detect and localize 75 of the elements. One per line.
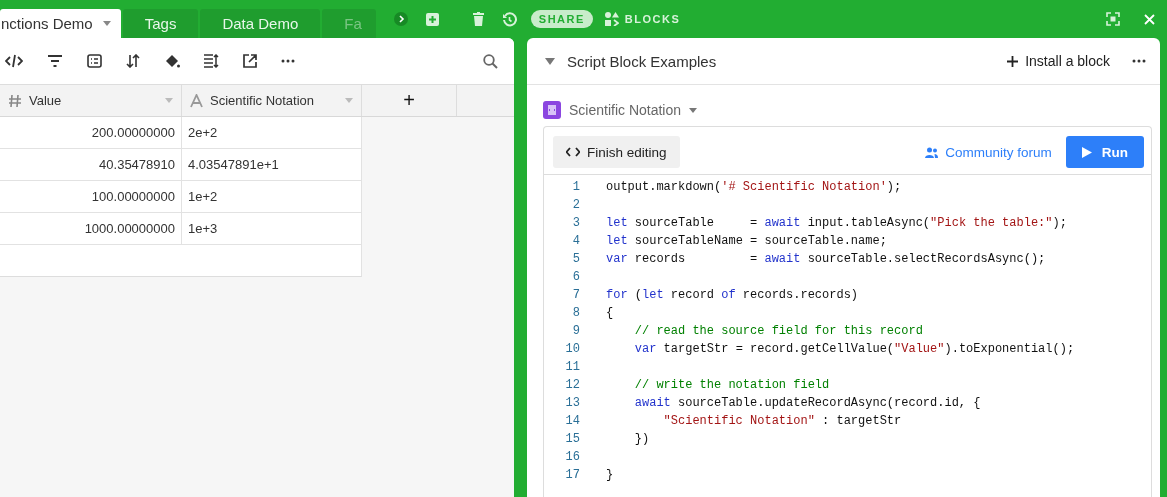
code-line: // read the source field for this record [633, 324, 923, 338]
table-cell: 4.03547891e+1 [182, 149, 362, 181]
code-line: { [606, 306, 614, 320]
line-number: 13 [564, 396, 580, 410]
chevron-right-icon[interactable] [393, 12, 408, 26]
code-line: var targetStr = record.getCellValue("Value").toExponential(); [633, 342, 1075, 356]
table-cell: 200.00000000 [0, 117, 182, 149]
more-icon[interactable] [281, 59, 295, 63]
code-icon[interactable] [5, 54, 23, 68]
collapse-icon[interactable] [545, 57, 555, 65]
code-line: output.markdown('# Scientific Notation'); [606, 180, 902, 194]
script-icon [543, 101, 561, 119]
caret-icon [102, 21, 111, 26]
install-block-button[interactable]: Install a block [1007, 53, 1110, 69]
line-number: 2 [571, 198, 580, 212]
run-button[interactable]: Run [1065, 136, 1144, 168]
code-line: "Scientific Notation" : targetStr [662, 414, 902, 428]
line-number: 16 [564, 450, 580, 464]
play-icon [1081, 146, 1092, 158]
line-number: 8 [571, 306, 580, 320]
code-icon [566, 147, 580, 157]
line-number: 14 [564, 414, 580, 428]
line-number: 10 [564, 342, 580, 356]
table-tab[interactable]: Tags [122, 9, 199, 38]
block-selector[interactable]: Scientific Notation [543, 101, 1152, 119]
share-out-icon[interactable] [243, 54, 257, 68]
code-line: let sourceTableName = sourceTable.name; [606, 234, 887, 248]
table-cell: 1e+2 [182, 181, 362, 213]
line-number: 11 [564, 360, 580, 374]
code-line: for (let record of records.records) [606, 288, 859, 302]
table-tab[interactable]: nctions Demo [0, 9, 121, 38]
table-cell: 100.00000000 [0, 181, 182, 213]
search-icon[interactable] [483, 53, 498, 69]
caret-icon [345, 98, 353, 103]
table-cell: 1000.00000000 [0, 213, 182, 245]
table-tab[interactable]: Data Demo [200, 9, 321, 38]
filter-icon[interactable] [47, 55, 63, 67]
finish-editing-button[interactable]: Finish editing [553, 136, 680, 168]
blocks-icon [604, 12, 619, 26]
line-number: 15 [564, 432, 580, 446]
panel-title: Script Block Examples [567, 52, 717, 70]
line-number: 6 [571, 270, 580, 284]
caret-icon [689, 107, 698, 113]
caret-icon [165, 98, 173, 103]
sort-icon[interactable] [126, 54, 140, 68]
column-header[interactable]: Value [0, 85, 182, 116]
text-field-icon [190, 93, 203, 108]
line-number: 1 [571, 180, 580, 194]
code-line: }) [633, 432, 650, 446]
community-forum-link[interactable]: Community forum [925, 144, 1052, 160]
code-line: // write the notation field [633, 378, 830, 392]
people-icon [925, 146, 939, 158]
table-cell: 1e+3 [182, 213, 362, 245]
column-header[interactable]: Scientific Notation [182, 85, 362, 116]
list-icon[interactable] [87, 54, 102, 68]
line-number: 5 [571, 252, 580, 266]
more-icon[interactable] [1132, 59, 1146, 63]
line-number: 7 [571, 288, 580, 302]
line-number: 17 [564, 468, 580, 482]
code-line: } [606, 468, 614, 482]
line-number: 4 [571, 234, 580, 248]
number-field-icon [8, 93, 22, 108]
line-number: 3 [571, 216, 580, 230]
add-column-button[interactable]: + [362, 85, 457, 116]
code-line: let sourceTable = await input.tableAsync("Pick the table:"); [606, 216, 1067, 230]
line-number: 12 [564, 378, 580, 392]
paint-bucket-icon[interactable] [164, 53, 180, 69]
code-line: await sourceTable.updateRecordAsync(record.id, { [633, 396, 981, 410]
line-number: 9 [571, 324, 580, 338]
code-line: var records = await sourceTable.selectRecordsAsync(); [606, 252, 1046, 266]
table-cell: 40.35478910 [0, 149, 182, 181]
row-height-icon[interactable] [204, 54, 219, 68]
table-cell: 2e+2 [182, 117, 362, 149]
close-icon[interactable] [1144, 13, 1155, 25]
plus-icon [1007, 55, 1019, 67]
